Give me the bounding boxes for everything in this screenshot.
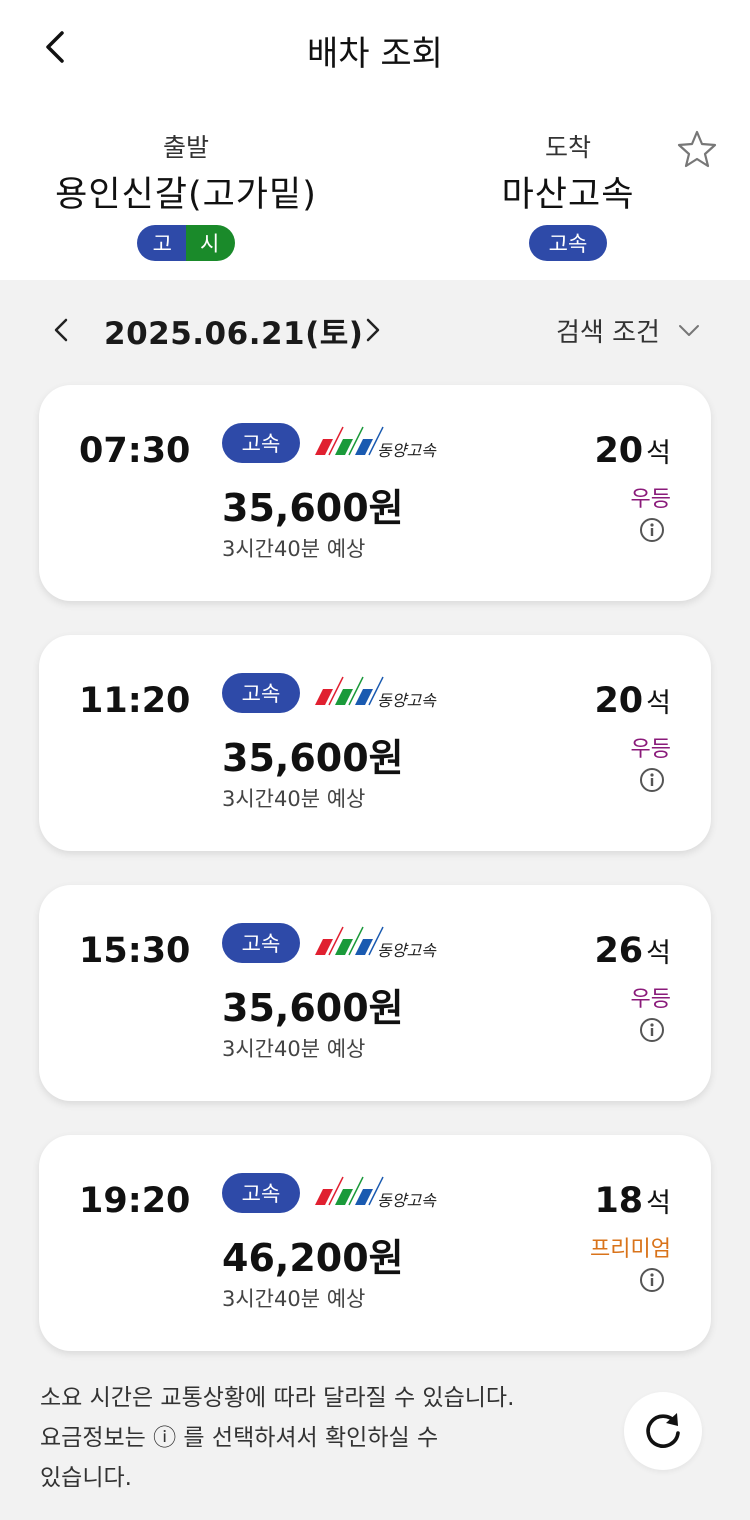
arrival-label: 도착 xyxy=(544,133,591,162)
seat-class: 우등 xyxy=(630,487,671,512)
seat-count: 26 xyxy=(594,931,644,971)
departure-time: 15:30 xyxy=(79,931,191,971)
estimated-duration: 3시간40분 예상 xyxy=(222,1287,366,1311)
bus-company-name: 동양고속 xyxy=(377,941,437,960)
notice-line-2: 요금정보는 ⓘ 를 선택하셔서 확인하실 수 xyxy=(40,1418,610,1458)
notice-text: 요금정보는 xyxy=(40,1425,154,1451)
seat-count: 18 xyxy=(594,1181,644,1221)
schedule-card[interactable]: 07:30 고속 동양고속 35,600원 3시간40분 예상 20 석우등 xyxy=(39,385,711,601)
fare: 46,200원 xyxy=(222,1236,404,1280)
notice-text: 를 선택하셔서 확인하실 수 xyxy=(176,1425,439,1451)
fare: 35,600원 xyxy=(222,486,404,530)
refresh-button[interactable] xyxy=(624,1392,702,1470)
departure-type-badge: 고 시 xyxy=(136,225,236,261)
schedule-card[interactable]: 19:20 고속 동양고속 46,200원 3시간40분 예상 18 석프리미엄 xyxy=(39,1135,711,1351)
previous-date-button[interactable] xyxy=(46,312,76,348)
info-circle-icon[interactable] xyxy=(639,767,665,793)
schedule-card[interactable]: 15:30 고속 동양고속 35,600원 3시간40분 예상 26 석우등 xyxy=(39,885,711,1101)
notice-line-3: 있습니다. xyxy=(40,1465,132,1491)
route-header: 배차 조회 출발 용인신갈(고가밑) 고 시 도착 마산고속 고속 xyxy=(0,0,750,280)
search-condition-label: 검색 조건 xyxy=(556,318,660,348)
star-outline-icon xyxy=(677,130,717,168)
bus-grade-badge: 고속 xyxy=(222,1173,300,1213)
info-circle-icon[interactable] xyxy=(639,517,665,543)
favorite-button[interactable] xyxy=(676,128,718,170)
city-badge-part: 시 xyxy=(186,225,236,261)
bus-company-logo: 동양고속 xyxy=(315,926,437,960)
arrival-info: 도착 마산고속 고속 xyxy=(420,128,716,261)
bus-grade-badge: 고속 xyxy=(222,423,300,463)
fare: 35,600원 xyxy=(222,986,404,1030)
refresh-icon xyxy=(646,1413,680,1448)
chevron-down-icon xyxy=(678,324,699,336)
schedule-card[interactable]: 11:20 고속 동양고속 35,600원 3시간40분 예상 20 석우등 xyxy=(39,635,711,851)
seat-count: 20 xyxy=(594,681,644,721)
chevron-left-icon xyxy=(54,318,68,342)
seat-class: 우등 xyxy=(630,987,671,1012)
bus-company-logo: 동양고속 xyxy=(315,1176,437,1210)
page-title: 배차 조회 xyxy=(307,34,443,74)
info-circle-icon[interactable] xyxy=(639,1017,665,1043)
next-date-button[interactable] xyxy=(358,312,388,348)
departure-time: 19:20 xyxy=(79,1181,191,1221)
estimated-duration: 3시간40분 예상 xyxy=(222,787,366,811)
estimated-duration: 3시간40분 예상 xyxy=(222,537,366,561)
departure-label: 출발 xyxy=(162,133,209,162)
date-navigation: 2025.06.21(토) 검색 조건 xyxy=(0,300,750,360)
bus-grade-badge: 고속 xyxy=(222,923,300,963)
bus-company-logo: 동양고속 xyxy=(315,426,437,460)
seat-unit: 석 xyxy=(646,1188,671,1219)
departure-terminal: 용인신갈(고가밑) xyxy=(55,175,317,215)
departure-info: 출발 용인신갈(고가밑) 고 시 xyxy=(36,128,336,261)
seat-unit: 석 xyxy=(646,688,671,719)
chevron-right-icon xyxy=(366,318,380,342)
bus-grade-badge: 고속 xyxy=(222,673,300,713)
arrival-terminal: 마산고속 xyxy=(501,175,635,215)
duration-notice: 소요 시간은 교통상황에 따라 달라질 수 있습니다. 요금정보는 ⓘ 를 선택… xyxy=(40,1378,610,1498)
express-badge-part: 고 xyxy=(136,225,186,261)
remaining-seats: 18 석 xyxy=(594,1181,671,1221)
remaining-seats: 20 석 xyxy=(594,431,671,471)
estimated-duration: 3시간40분 예상 xyxy=(222,1037,366,1061)
seat-class: 프리미엄 xyxy=(590,1237,671,1262)
departure-time: 11:20 xyxy=(79,681,191,721)
seat-unit: 석 xyxy=(646,938,671,969)
bus-company-name: 동양고속 xyxy=(377,691,437,710)
seat-class: 우등 xyxy=(630,737,671,762)
notice-line-1: 소요 시간은 교통상황에 따라 달라질 수 있습니다. xyxy=(40,1385,515,1411)
bus-company-name: 동양고속 xyxy=(377,441,437,460)
fare: 35,600원 xyxy=(222,736,404,780)
selected-date[interactable]: 2025.06.21(토) xyxy=(104,308,363,353)
info-circle-icon: ⓘ xyxy=(153,1425,177,1451)
search-condition-dropdown[interactable]: 검색 조건 xyxy=(556,312,700,349)
arrival-type-badge: 고속 xyxy=(528,225,608,261)
remaining-seats: 20 석 xyxy=(594,681,671,721)
info-circle-icon[interactable] xyxy=(639,1267,665,1293)
seat-count: 20 xyxy=(594,431,644,471)
remaining-seats: 26 석 xyxy=(594,931,671,971)
bus-company-name: 동양고속 xyxy=(377,1191,437,1210)
bus-company-logo: 동양고속 xyxy=(315,676,437,710)
departure-time: 07:30 xyxy=(79,431,191,471)
seat-unit: 석 xyxy=(646,438,671,469)
